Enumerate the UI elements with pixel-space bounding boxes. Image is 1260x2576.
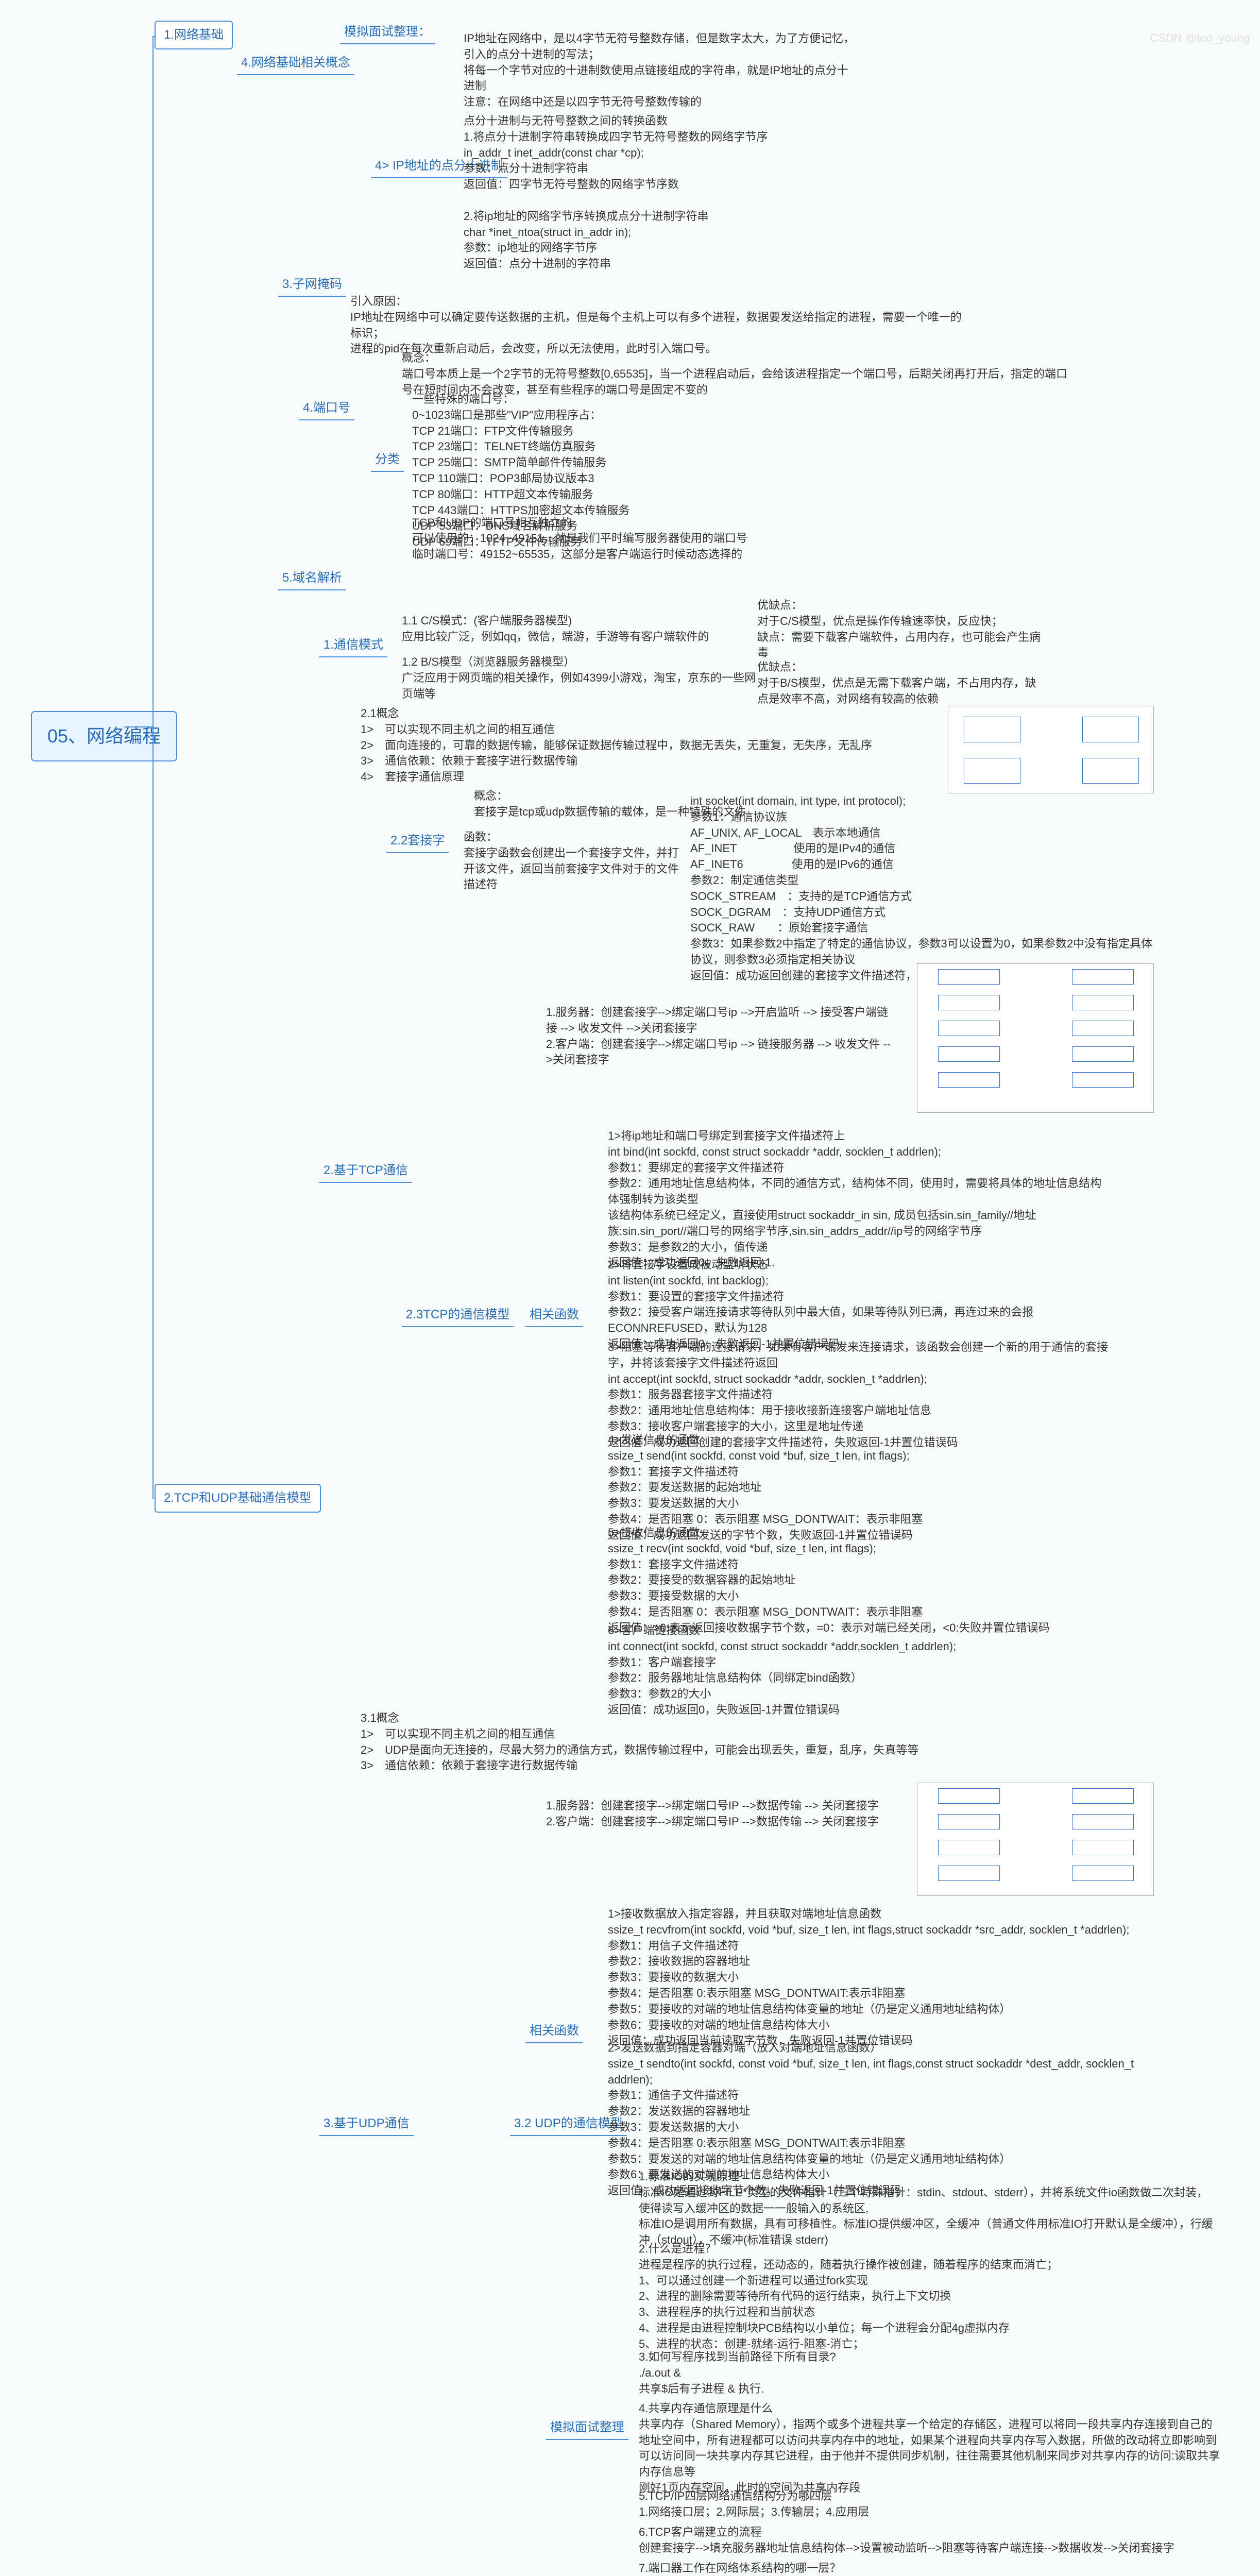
node-5-dns: 5.域名解析 <box>278 567 346 590</box>
node-4-concepts: 4.网络基础相关概念 <box>237 52 354 75</box>
text-e1: 1.标准IO的实现原理标准IO是通过封FILE*类型的文件指针（三个特殊指针：s… <box>639 2169 1216 2248</box>
node-tcpudp: 2.TCP和UDP基础通信模型 <box>155 1484 321 1513</box>
text-e3: 3.如何写程序找到当前路径下所有目录?./a.out &共享$后有子进程 & 执… <box>639 2349 1154 2397</box>
text-recvfrom: 1>接收数据放入指定容器，并且获取对端地址信息函数ssize_t recvfro… <box>608 1906 1133 2049</box>
ipdec-func-body: 点分十进制与无符号整数之间的转换函数1.将点分十进制字符串转换成四字节无符号整数… <box>464 114 768 270</box>
port-concept-title: 概念： <box>402 351 436 364</box>
img-tcp-flow <box>917 963 1154 1113</box>
text-ipdec-func: 点分十进制与无符号整数之间的转换函数1.将点分十进制字符串转换成四字节无符号整数… <box>464 113 855 272</box>
text-cs-adv: 优缺点：对于C/S模型，优点是操作传输速率快，反应快；缺点：需要下载客户端软件，… <box>757 598 1046 661</box>
text-bs-adv: 优缺点：对于B/S模型，优点是无需下载客户端，不占用内存，缺点是效率不高，对网络… <box>757 659 1046 707</box>
node-net-basic: 1.网络基础 <box>155 21 233 49</box>
text-cs: 1.1 C/S模式：(客户端服务器模型)应用比较广泛，例如qq，微信，端游，手游… <box>402 613 742 645</box>
text-connect: 6>客户端链接函数int connect(int sockfd, const s… <box>608 1623 1133 1718</box>
node-exam: 模拟面试整理 <box>546 2416 628 2440</box>
text-recv: 5>接收信息的函数ssize_t recv(int sockfd, void *… <box>608 1525 1102 1636</box>
node-udp: 3.基于UDP通信 <box>319 2112 414 2136</box>
text-e5: 5.TCP/IP四层网络通信结构分为哪四层1.网络接口层；2.网际层；3.传输层… <box>639 2488 1154 2520</box>
node-3-mask: 3.子网掩码 <box>278 273 346 297</box>
conn-trunk <box>152 36 154 1499</box>
text-listen: 2>将套接字设置成被动监听状态int listen(int sockfd, in… <box>608 1257 1102 1352</box>
text-bind: 1>将ip地址和端口号绑定到套接字文件描述符上int bind(int sock… <box>608 1128 1102 1271</box>
text-port-intro: 引入原因：IP地址在网络中可以确定要传送数据的主机，但是每个主机上可以有多个进程… <box>350 294 968 357</box>
text-ip-concept: IP地址在网络中，是以4字节无符号整数存储，但是数字太大，为了方便记忆，引入的点… <box>464 31 855 110</box>
text-21-concept: 2.1概念1> 可以实现不同主机之间的相互通信2> 面向连接的，可靠的数据传输，… <box>361 706 979 785</box>
node-udp-funcs: 相关函数 <box>525 2020 583 2043</box>
node-socket: 2.2套接字 <box>386 829 449 853</box>
text-bs: 1.2 B/S模型（浏览器服务器模型）广泛应用于网页端的相关操作，例如4399小… <box>402 654 762 702</box>
node-4-port: 4.端口号 <box>299 397 354 420</box>
port-special-title: 一些特殊的端口号： <box>412 393 514 405</box>
img-socket-principle <box>948 706 1154 793</box>
text-e2: 2.什么是进程？进程是程序的执行过程，还动态的，随着执行操作被创建，随着程序的结… <box>639 2241 1154 2352</box>
text-31-concept: 3.1概念1> 可以实现不同主机之间的相互通信2> UDP是面向无连接的，尽最大… <box>361 1710 979 1774</box>
node-tcp: 2.基于TCP通信 <box>319 1159 412 1183</box>
conn-root-1 <box>124 726 152 727</box>
node-comm-mode: 1.通信模式 <box>319 634 387 657</box>
text-port-mutex: TCP和UDP的端口号相互独立的 <box>412 515 773 531</box>
node-port-cat: 分类 <box>371 448 404 472</box>
text-e4: 4.共享内存通信原理是什么共享内存（Shared Memory），指两个或多个进… <box>639 2401 1221 2496</box>
text-udp-flow: 1.服务器：创建套接字-->绑定端口号IP -->数据传输 --> 关闭套接字2… <box>546 1798 896 1830</box>
img-udp-flow <box>917 1783 1154 1896</box>
watermark: CSDN @too_young <box>1150 29 1250 46</box>
text-e7: 7.端口器工作在网络体系结构的哪一层？网络接口层 <box>639 2561 1154 2576</box>
conn-1 <box>152 36 155 37</box>
text-port-usable: 可以使用的：1024~49151，就是我们平时编写服务器使用的端口号临时端口号：… <box>412 531 876 563</box>
node-mem: 模拟面试整理： <box>340 21 435 44</box>
text-socket-func: 函数：套接字函数会创建出一个套接字文件，并打开该文件，返回当前套接字文件对于的文… <box>464 829 680 893</box>
root-node: 05、网络编程 <box>31 711 177 761</box>
text-port-concept: 概念： 端口号本质上是一个2字节的无符号整数[0,65535]，当一个进程启动后… <box>402 350 1071 398</box>
text-e6: 6.TCP客户端建立的流程创建套接字-->填充服务器地址信息结构体-->设置被动… <box>639 2524 1216 2556</box>
node-tcp-funcs: 相关函数 <box>525 1303 583 1327</box>
node-tcp-model: 2.3TCP的通信模型 <box>402 1303 514 1327</box>
text-socket-api: int socket(int domain, int type, int pro… <box>690 793 1154 984</box>
text-tcp-flow: 1.服务器：创建套接字-->绑定端口号ip -->开启监听 --> 接受客户端链… <box>546 1005 896 1068</box>
